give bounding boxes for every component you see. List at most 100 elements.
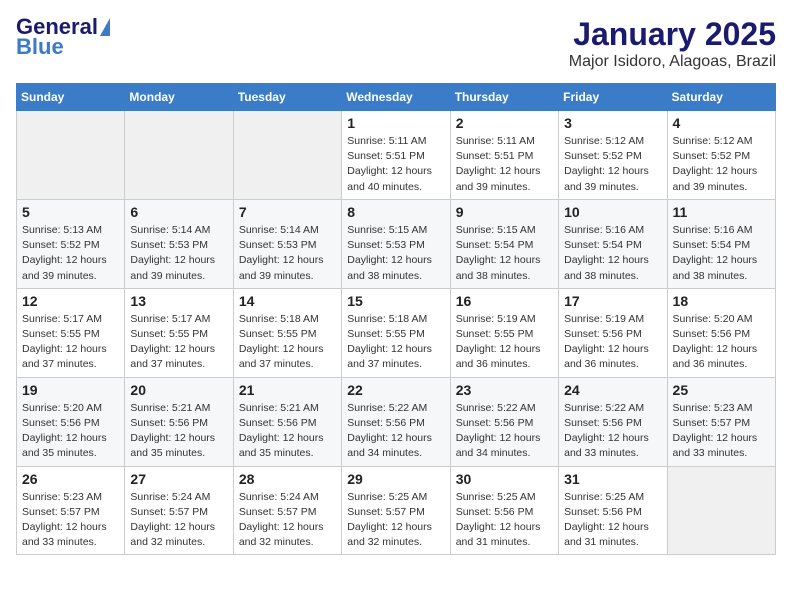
day-number: 29 <box>347 471 444 487</box>
calendar-cell: 29 Sunrise: 5:25 AMSunset: 5:57 PMDayligh… <box>342 466 450 555</box>
calendar-cell: 13 Sunrise: 5:17 AMSunset: 5:55 PMDayligh… <box>125 288 233 377</box>
calendar-cell: 14Sunrise: 5:18 AMSunset: 5:55 PMDayligh… <box>233 288 341 377</box>
day-number: 4 <box>673 115 770 131</box>
calendar-cell: 22 Sunrise: 5:22 AMSunset: 5:56 PMDayligh… <box>342 377 450 466</box>
day-info: Sunrise: 5:22 AMSunset: 5:56 PMDaylight:… <box>347 401 444 462</box>
day-info: Sunrise: 5:12 AMSunset: 5:52 PMDaylight:… <box>673 134 770 195</box>
day-info: Sunrise: 5:11 AMSunset: 5:51 PMDaylight:… <box>456 134 553 195</box>
day-info: Sunrise: 5:17 AMSunset: 5:55 PMDaylight:… <box>22 312 119 373</box>
calendar-cell: 7 Sunrise: 5:14 AMSunset: 5:53 PMDaylight… <box>233 199 341 288</box>
calendar-subtitle: Major Isidoro, Alagoas, Brazil <box>569 53 776 71</box>
day-info: Sunrise: 5:20 AMSunset: 5:56 PMDaylight:… <box>22 401 119 462</box>
calendar-cell: 26 Sunrise: 5:23 AMSunset: 5:57 PMDayligh… <box>17 466 125 555</box>
day-number: 7 <box>239 204 336 220</box>
calendar-cell: 20Sunrise: 5:21 AMSunset: 5:56 PMDayligh… <box>125 377 233 466</box>
calendar-cell: 24Sunrise: 5:22 AMSunset: 5:56 PMDayligh… <box>559 377 667 466</box>
day-info: Sunrise: 5:12 AMSunset: 5:52 PMDaylight:… <box>564 134 661 195</box>
calendar-cell: 30Sunrise: 5:25 AMSunset: 5:56 PMDayligh… <box>450 466 558 555</box>
week-row-1: 1 Sunrise: 5:11 AMSunset: 5:51 PMDaylight… <box>17 111 776 200</box>
weekday-header-row: SundayMondayTuesdayWednesdayThursdayFrid… <box>17 84 776 111</box>
day-info: Sunrise: 5:24 AMSunset: 5:57 PMDaylight:… <box>239 490 336 551</box>
day-info: Sunrise: 5:22 AMSunset: 5:56 PMDaylight:… <box>456 401 553 462</box>
calendar-cell: 27 Sunrise: 5:24 AMSunset: 5:57 PMDayligh… <box>125 466 233 555</box>
day-info: Sunrise: 5:17 AMSunset: 5:55 PMDaylight:… <box>130 312 227 373</box>
weekday-header-friday: Friday <box>559 84 667 111</box>
logo-blue: Blue <box>16 36 64 58</box>
calendar-cell: 4 Sunrise: 5:12 AMSunset: 5:52 PMDaylight… <box>667 111 775 200</box>
calendar-cell: 3Sunrise: 5:12 AMSunset: 5:52 PMDaylight… <box>559 111 667 200</box>
day-number: 18 <box>673 293 770 309</box>
week-row-2: 5 Sunrise: 5:13 AMSunset: 5:52 PMDaylight… <box>17 199 776 288</box>
day-number: 31 <box>564 471 661 487</box>
calendar-cell: 25 Sunrise: 5:23 AMSunset: 5:57 PMDayligh… <box>667 377 775 466</box>
weekday-header-sunday: Sunday <box>17 84 125 111</box>
title-block: January 2025 Major Isidoro, Alagoas, Bra… <box>569 16 776 71</box>
day-number: 10 <box>564 204 661 220</box>
day-number: 13 <box>130 293 227 309</box>
logo: General Blue <box>16 16 112 58</box>
calendar-cell: 8 Sunrise: 5:15 AMSunset: 5:53 PMDaylight… <box>342 199 450 288</box>
day-info: Sunrise: 5:21 AMSunset: 5:56 PMDaylight:… <box>130 401 227 462</box>
calendar-cell: 16 Sunrise: 5:19 AMSunset: 5:55 PMDayligh… <box>450 288 558 377</box>
calendar-cell: 2 Sunrise: 5:11 AMSunset: 5:51 PMDaylight… <box>450 111 558 200</box>
weekday-header-thursday: Thursday <box>450 84 558 111</box>
day-info: Sunrise: 5:11 AMSunset: 5:51 PMDaylight:… <box>347 134 444 195</box>
day-info: Sunrise: 5:15 AMSunset: 5:53 PMDaylight:… <box>347 223 444 284</box>
day-info: Sunrise: 5:22 AMSunset: 5:56 PMDaylight:… <box>564 401 661 462</box>
calendar-cell: 17 Sunrise: 5:19 AMSunset: 5:56 PMDayligh… <box>559 288 667 377</box>
day-number: 15 <box>347 293 444 309</box>
day-number: 21 <box>239 382 336 398</box>
weekday-header-saturday: Saturday <box>667 84 775 111</box>
day-info: Sunrise: 5:23 AMSunset: 5:57 PMDaylight:… <box>22 490 119 551</box>
day-number: 8 <box>347 204 444 220</box>
calendar-cell: 28Sunrise: 5:24 AMSunset: 5:57 PMDayligh… <box>233 466 341 555</box>
day-number: 6 <box>130 204 227 220</box>
calendar-cell: 21Sunrise: 5:21 AMSunset: 5:56 PMDayligh… <box>233 377 341 466</box>
day-number: 16 <box>456 293 553 309</box>
page-header: General Blue January 2025 Major Isidoro,… <box>16 16 776 71</box>
calendar-title: January 2025 <box>569 16 776 53</box>
calendar-cell <box>233 111 341 200</box>
day-number: 2 <box>456 115 553 131</box>
calendar-cell: 12 Sunrise: 5:17 AMSunset: 5:55 PMDayligh… <box>17 288 125 377</box>
day-info: Sunrise: 5:19 AMSunset: 5:56 PMDaylight:… <box>564 312 661 373</box>
day-info: Sunrise: 5:25 AMSunset: 5:57 PMDaylight:… <box>347 490 444 551</box>
day-number: 17 <box>564 293 661 309</box>
day-info: Sunrise: 5:24 AMSunset: 5:57 PMDaylight:… <box>130 490 227 551</box>
weekday-header-wednesday: Wednesday <box>342 84 450 111</box>
day-number: 5 <box>22 204 119 220</box>
calendar-cell <box>17 111 125 200</box>
day-number: 22 <box>347 382 444 398</box>
calendar-cell: 15Sunrise: 5:18 AMSunset: 5:55 PMDayligh… <box>342 288 450 377</box>
day-number: 9 <box>456 204 553 220</box>
day-info: Sunrise: 5:16 AMSunset: 5:54 PMDaylight:… <box>673 223 770 284</box>
week-row-4: 19 Sunrise: 5:20 AMSunset: 5:56 PMDayligh… <box>17 377 776 466</box>
calendar-cell: 10Sunrise: 5:16 AMSunset: 5:54 PMDayligh… <box>559 199 667 288</box>
week-row-3: 12 Sunrise: 5:17 AMSunset: 5:55 PMDayligh… <box>17 288 776 377</box>
calendar-cell: 6Sunrise: 5:14 AMSunset: 5:53 PMDaylight… <box>125 199 233 288</box>
day-info: Sunrise: 5:19 AMSunset: 5:55 PMDaylight:… <box>456 312 553 373</box>
week-row-5: 26 Sunrise: 5:23 AMSunset: 5:57 PMDayligh… <box>17 466 776 555</box>
calendar-cell: 19 Sunrise: 5:20 AMSunset: 5:56 PMDayligh… <box>17 377 125 466</box>
day-number: 12 <box>22 293 119 309</box>
day-info: Sunrise: 5:13 AMSunset: 5:52 PMDaylight:… <box>22 223 119 284</box>
calendar-cell <box>125 111 233 200</box>
day-number: 26 <box>22 471 119 487</box>
calendar-cell: 31Sunrise: 5:25 AMSunset: 5:56 PMDayligh… <box>559 466 667 555</box>
day-number: 19 <box>22 382 119 398</box>
logo-icon <box>100 18 110 36</box>
calendar-table: SundayMondayTuesdayWednesdayThursdayFrid… <box>16 83 776 555</box>
weekday-header-tuesday: Tuesday <box>233 84 341 111</box>
calendar-cell: 1 Sunrise: 5:11 AMSunset: 5:51 PMDaylight… <box>342 111 450 200</box>
day-info: Sunrise: 5:23 AMSunset: 5:57 PMDaylight:… <box>673 401 770 462</box>
day-number: 1 <box>347 115 444 131</box>
day-info: Sunrise: 5:15 AMSunset: 5:54 PMDaylight:… <box>456 223 553 284</box>
day-number: 11 <box>673 204 770 220</box>
calendar-cell <box>667 466 775 555</box>
calendar-cell: 9 Sunrise: 5:15 AMSunset: 5:54 PMDaylight… <box>450 199 558 288</box>
day-number: 14 <box>239 293 336 309</box>
day-number: 27 <box>130 471 227 487</box>
calendar-cell: 23Sunrise: 5:22 AMSunset: 5:56 PMDayligh… <box>450 377 558 466</box>
day-number: 25 <box>673 382 770 398</box>
day-info: Sunrise: 5:14 AMSunset: 5:53 PMDaylight:… <box>239 223 336 284</box>
